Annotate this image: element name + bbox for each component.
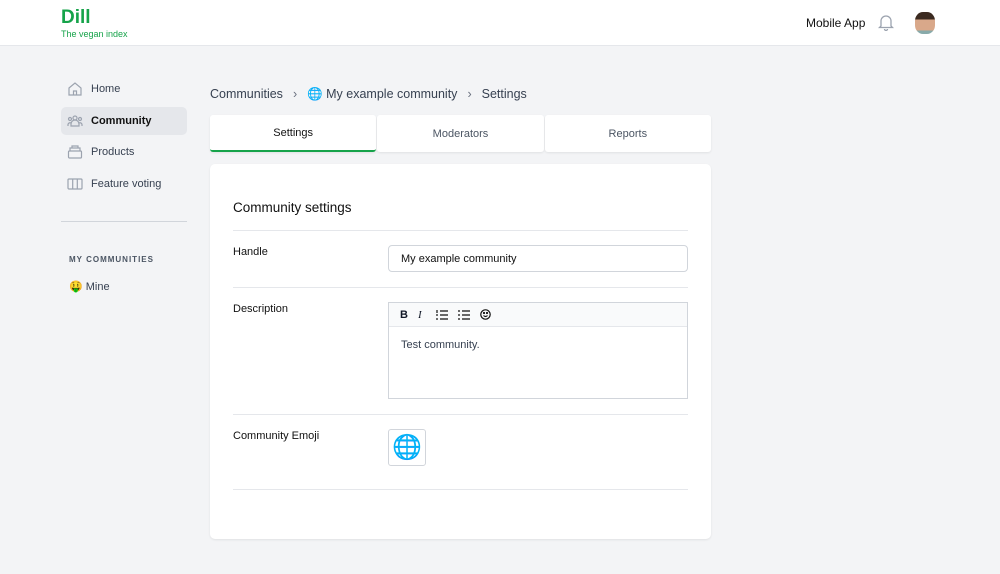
settings-card: Community settings Handle My example com…	[210, 164, 711, 539]
tab-moderators[interactable]: Moderators	[377, 115, 544, 152]
emoji-icon[interactable]	[479, 309, 491, 320]
bell-icon[interactable]	[877, 14, 895, 36]
divider	[233, 489, 688, 490]
sidebar-item-label: Products	[91, 146, 135, 158]
tabs: Settings Moderators Reports	[210, 115, 711, 152]
divider	[233, 287, 688, 288]
sidebar-item-community[interactable]: Community	[61, 107, 187, 135]
tagline: The vegan index	[61, 29, 128, 39]
community-item-mine[interactable]: 🤑 Mine	[69, 280, 110, 293]
breadcrumb-current: Settings	[481, 87, 527, 101]
divider	[233, 414, 688, 415]
breadcrumb: Communities › 🌐 My example community › Set…	[210, 87, 527, 102]
ordered-list-icon[interactable]	[436, 309, 448, 320]
handle-label: Handle	[233, 246, 268, 258]
sidebar-item-label: Feature voting	[91, 178, 162, 190]
logo[interactable]: Dill	[61, 7, 91, 29]
users-icon	[67, 115, 83, 127]
divider	[233, 230, 688, 231]
tab-reports[interactable]: Reports	[544, 115, 711, 152]
bullet-list-icon[interactable]	[457, 309, 470, 320]
handle-input[interactable]: My example community	[388, 245, 688, 272]
breadcrumb-communities[interactable]: Communities	[210, 87, 283, 102]
home-icon	[68, 82, 82, 96]
columns-icon	[67, 178, 83, 190]
sidebar-item-home[interactable]: Home	[61, 75, 187, 103]
tab-settings[interactable]: Settings	[210, 115, 377, 152]
avatar[interactable]	[915, 12, 935, 34]
breadcrumb-community[interactable]: 🌐 My example community	[307, 87, 457, 102]
sidebar-item-label: Community	[91, 115, 152, 127]
description-editor[interactable]: B I Test community.	[388, 302, 688, 399]
description-label: Description	[233, 303, 289, 315]
chevron-right-icon: ›	[467, 87, 472, 101]
archive-icon	[67, 145, 83, 159]
emoji-label: Community Emoji	[233, 430, 320, 442]
community-label: Mine	[85, 281, 110, 293]
my-communities-heading: MY COMMUNITIES	[69, 255, 154, 264]
chevron-right-icon: ›	[292, 87, 298, 101]
description-text[interactable]: Test community.	[389, 327, 687, 363]
bold-button[interactable]: B	[400, 309, 408, 321]
emoji-picker-button[interactable]: 🌐	[388, 429, 426, 466]
editor-toolbar: B I	[389, 303, 687, 327]
mobile-app-link[interactable]: Mobile App	[806, 16, 865, 30]
sidebar-item-label: Home	[91, 83, 121, 95]
sidebar-divider	[61, 221, 187, 222]
sidebar-item-products[interactable]: Products	[61, 138, 187, 166]
sidebar-item-feature-voting[interactable]: Feature voting	[61, 170, 187, 198]
top-header: Dill The vegan index Mobile App	[0, 0, 1000, 46]
card-title: Community settings	[233, 200, 352, 215]
italic-button[interactable]: I	[418, 309, 422, 321]
community-emoji: 🤑	[69, 281, 83, 293]
